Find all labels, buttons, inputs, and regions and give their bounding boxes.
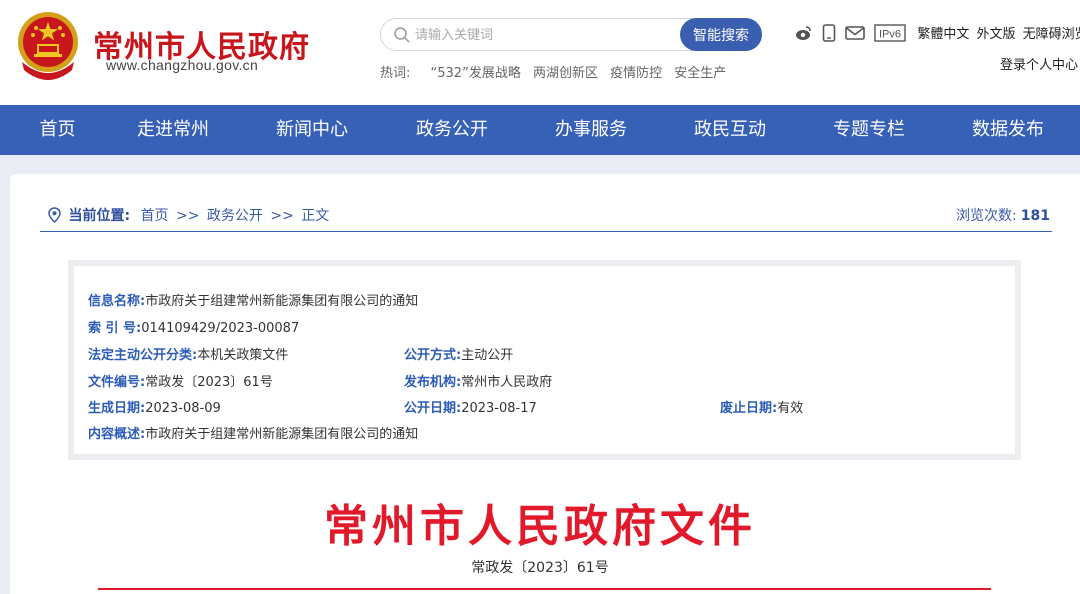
info-key: 发布机构: — [404, 375, 462, 390]
site-header: 常州市人民政府 www.changzhou.gov.cn 智能搜索 热词: “5… — [0, 0, 1080, 105]
info-value: 市政府关于组建常州新能源集团有限公司的通知 — [145, 427, 419, 442]
info-value: 2023-08-09 — [145, 401, 221, 416]
info-row-docno: 文件编号:常政发〔2023〕61号 — [88, 371, 273, 390]
document-red-rule — [98, 588, 991, 590]
accessible-browse-link[interactable]: 无障碍浏览 — [1023, 27, 1080, 42]
nav-item-data[interactable]: 数据发布 — [960, 105, 1056, 155]
hot-word-link[interactable]: 疫情防控 — [610, 66, 662, 81]
breadcrumb-home[interactable]: 首页 — [141, 208, 169, 224]
info-row-category: 法定主动公开分类:本机关政策文件 — [88, 344, 288, 363]
info-row-summary: 内容概述:市政府关于组建常州新能源集团有限公司的通知 — [88, 423, 418, 442]
login-personal-center-link[interactable]: 登录个人中心 — [1000, 54, 1078, 73]
breadcrumb-label: 当前位置: — [68, 208, 131, 224]
breadcrumb-divider — [40, 231, 1052, 232]
nav-item-about-changzhou[interactable]: 走进常州 — [125, 105, 221, 155]
info-row-created: 生成日期:2023-08-09 — [88, 397, 221, 416]
info-value: 2023-08-17 — [461, 401, 537, 416]
nav-item-gov-affairs[interactable]: 政务公开 — [404, 105, 500, 155]
info-value: 本机关政策文件 — [197, 348, 289, 363]
info-value: 014109429/2023-00087 — [141, 321, 300, 336]
info-key: 公开方式: — [404, 348, 462, 363]
info-row-published: 公开日期:2023-08-17 — [404, 397, 537, 416]
info-key: 公开日期: — [404, 401, 462, 416]
info-key: 生成日期: — [88, 401, 146, 416]
nav-item-interaction[interactable]: 政民互动 — [682, 105, 778, 155]
hot-word-link[interactable]: 两湖创新区 — [533, 66, 598, 81]
info-key: 信息名称: — [88, 294, 146, 309]
location-pin-icon — [48, 207, 61, 223]
search-box: 智能搜索 — [380, 18, 762, 51]
breadcrumb-gov-affairs[interactable]: 政务公开 — [207, 208, 263, 224]
nav-item-home[interactable]: 首页 — [20, 105, 95, 155]
breadcrumb-current: 正文 — [301, 208, 330, 224]
hot-words: 热词: “532”发展战略 两湖创新区 疫情防控 安全生产 — [380, 62, 734, 81]
info-row-issuer: 发布机构:常州市人民政府 — [404, 371, 552, 390]
national-emblem-icon[interactable] — [14, 10, 82, 82]
breadcrumb-separator: >> — [270, 208, 294, 224]
nav-item-services[interactable]: 办事服务 — [543, 105, 639, 155]
info-row-name: 信息名称:市政府关于组建常州新能源集团有限公司的通知 — [88, 290, 418, 309]
nav-item-news[interactable]: 新闻中心 — [264, 105, 360, 155]
info-key: 废止日期: — [720, 401, 778, 416]
smart-search-button[interactable]: 智能搜索 — [680, 18, 762, 51]
hot-word-link[interactable]: 安全生产 — [674, 66, 726, 81]
document-number: 常政发〔2023〕61号 — [471, 560, 609, 576]
foreign-version-link[interactable]: 外文版 — [976, 27, 1015, 42]
traditional-chinese-link[interactable]: 繁體中文 — [917, 27, 969, 42]
info-panel: 信息名称:市政府关于组建常州新能源集团有限公司的通知 索 引 号:0141094… — [68, 260, 1021, 460]
weibo-icon[interactable] — [795, 24, 813, 42]
info-key: 内容概述: — [88, 427, 146, 442]
hot-words-label: 热词: — [380, 66, 411, 81]
info-row-expiry: 废止日期:有效 — [720, 397, 803, 416]
search-input[interactable] — [415, 25, 675, 45]
info-panel-inner: 信息名称:市政府关于组建常州新能源集团有限公司的通知 索 引 号:0141094… — [74, 266, 1015, 454]
breadcrumb: 当前位置: 首页 >> 政务公开 >> 正文 — [48, 205, 329, 225]
mail-icon[interactable] — [845, 25, 865, 41]
info-key: 文件编号: — [88, 375, 146, 390]
header-tools: IPv6 繁體中文 外文版 无障碍浏览 — [795, 22, 1080, 44]
info-value: 常州市人民政府 — [461, 375, 553, 390]
search-icon — [394, 27, 410, 43]
info-value: 市政府关于组建常州新能源集团有限公司的通知 — [145, 294, 419, 309]
hot-word-link[interactable]: “532”发展战略 — [431, 66, 521, 81]
document-title: 常州市人民政府文件 — [324, 501, 756, 552]
info-value: 有效 — [777, 401, 804, 416]
view-count: 浏览次数: 181 — [956, 205, 1050, 225]
info-row-method: 公开方式:主动公开 — [404, 344, 513, 363]
breadcrumb-separator: >> — [175, 208, 200, 224]
site-url[interactable]: www.changzhou.gov.cn — [106, 57, 258, 73]
svg-text:IPv6: IPv6 — [879, 28, 901, 40]
info-row-index: 索 引 号:014109429/2023-00087 — [88, 317, 299, 336]
info-value: 常政发〔2023〕61号 — [145, 375, 273, 390]
mobile-icon[interactable] — [822, 23, 836, 42]
ipv6-icon[interactable]: IPv6 — [874, 23, 906, 42]
info-key: 索 引 号: — [88, 321, 142, 336]
info-value: 主动公开 — [461, 348, 514, 363]
nav-item-topics[interactable]: 专题专栏 — [821, 105, 917, 155]
main-nav: 首页 走进常州 新闻中心 政务公开 办事服务 政民互动 专题专栏 数据发布 — [0, 105, 1080, 155]
view-count-label: 浏览次数: — [956, 208, 1017, 224]
view-count-value: 181 — [1020, 208, 1050, 224]
info-key: 法定主动公开分类: — [88, 348, 198, 363]
